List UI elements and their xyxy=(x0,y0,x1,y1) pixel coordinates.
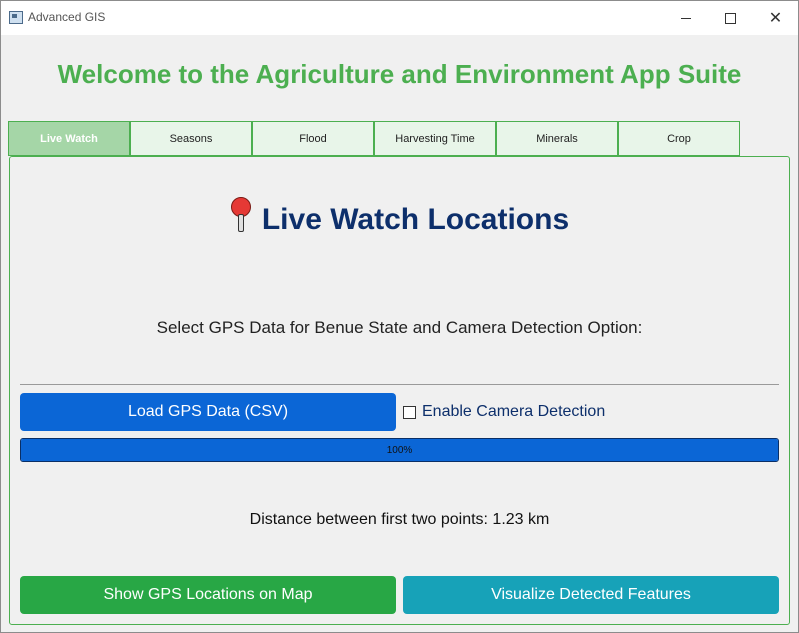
window-title: Advanced GIS xyxy=(28,10,106,24)
live-watch-panel: Live Watch Locations Select GPS Data for… xyxy=(9,156,790,625)
maximize-icon xyxy=(725,12,736,24)
page-heading: Live Watch Locations xyxy=(10,197,789,237)
close-icon: ✕ xyxy=(768,10,783,27)
tab-seasons[interactable]: Seasons xyxy=(130,121,252,156)
tab-minerals[interactable]: Minerals xyxy=(496,121,618,156)
progress-text: 100% xyxy=(386,444,413,456)
tab-harvesting-time[interactable]: Harvesting Time xyxy=(374,121,496,156)
close-button[interactable]: ✕ xyxy=(753,1,798,35)
progress-bar: 100% xyxy=(20,438,779,462)
app-icon xyxy=(9,11,23,24)
divider xyxy=(20,384,779,385)
welcome-title: Welcome to the Agriculture and Environme… xyxy=(57,59,742,89)
checkbox-box[interactable] xyxy=(403,405,416,419)
app-window: Advanced GIS ✕ Welcome to the Agricultur… xyxy=(0,0,799,633)
load-gps-data-button[interactable]: Load GPS Data (CSV) xyxy=(20,393,396,431)
show-gps-map-button[interactable]: Show GPS Locations on Map xyxy=(20,576,396,614)
instruction-text: Select GPS Data for Benue State and Came… xyxy=(156,318,643,337)
minimize-icon xyxy=(680,17,691,19)
minimize-button[interactable] xyxy=(663,1,708,35)
visualize-features-button[interactable]: Visualize Detected Features xyxy=(403,576,779,614)
title-bar[interactable]: Advanced GIS ✕ xyxy=(1,1,798,35)
tab-live-watch[interactable]: Live Watch xyxy=(8,121,130,156)
camera-detection-checkbox[interactable]: Enable Camera Detection xyxy=(403,403,605,421)
pushpin-icon xyxy=(230,197,252,233)
tab-flood[interactable]: Flood xyxy=(252,121,374,156)
camera-detection-label: Enable Camera Detection xyxy=(422,403,606,420)
maximize-button[interactable] xyxy=(708,1,753,35)
tab-crop[interactable]: Crop xyxy=(618,121,740,156)
heading-text: Live Watch Locations xyxy=(261,203,570,236)
distance-text: Distance between first two points: 1.23 … xyxy=(249,511,550,528)
